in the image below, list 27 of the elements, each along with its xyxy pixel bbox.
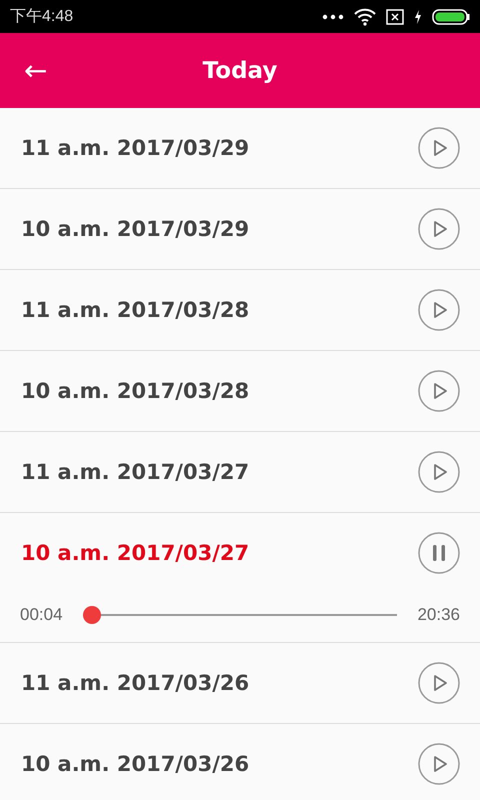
recording-title: 10 a.m. 2017/03/29 — [21, 217, 250, 241]
play-button[interactable] — [418, 289, 460, 331]
pause-button[interactable] — [418, 532, 460, 574]
play-button[interactable] — [418, 127, 460, 169]
recording-title: 11 a.m. 2017/03/29 — [21, 136, 250, 160]
sim-icon — [386, 8, 404, 24]
more-icon — [322, 12, 344, 20]
recording-title: 11 a.m. 2017/03/28 — [21, 298, 250, 322]
charging-icon — [414, 10, 422, 24]
play-button[interactable] — [418, 743, 460, 785]
duration-time: 20:36 — [417, 604, 460, 624]
recording-title: 10 a.m. 2017/03/28 — [21, 379, 250, 403]
seek-thumb[interactable] — [83, 606, 102, 624]
wifi-icon — [354, 8, 376, 26]
recording-title: 11 a.m. 2017/03/27 — [21, 460, 250, 484]
battery-icon — [432, 8, 470, 24]
elapsed-time: 00:04 — [20, 604, 63, 624]
recording-title: 10 a.m. 2017/03/27 — [21, 541, 250, 565]
screen-title: Today — [202, 58, 278, 84]
play-button[interactable] — [418, 208, 460, 250]
play-button[interactable] — [418, 451, 460, 493]
play-button[interactable] — [418, 370, 460, 412]
play-button[interactable] — [418, 662, 460, 704]
recording-title: 11 a.m. 2017/03/26 — [21, 671, 250, 695]
recording-title: 10 a.m. 2017/03/26 — [21, 752, 250, 776]
status-time: 下午4:48 — [10, 7, 74, 27]
back-button[interactable]: ← — [12, 46, 60, 94]
